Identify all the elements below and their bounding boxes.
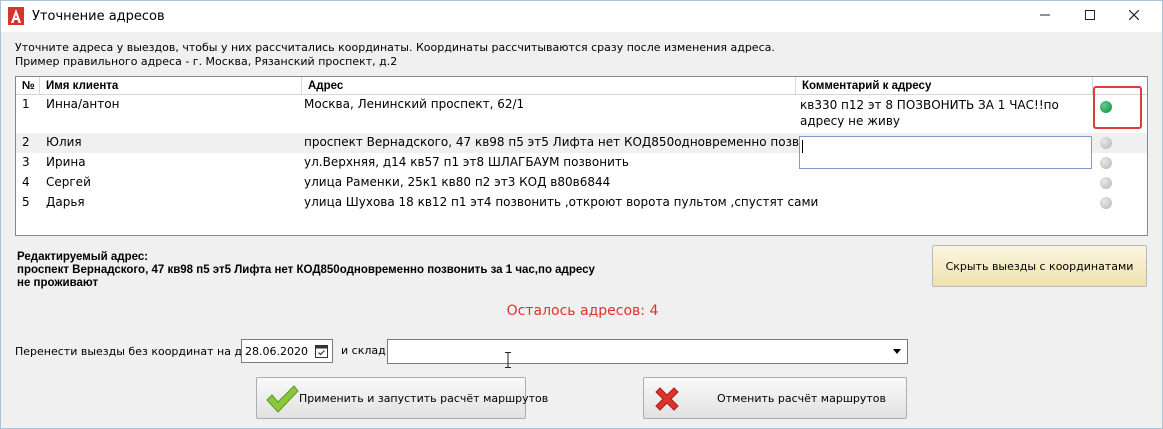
edited-address-line2: не проживают	[17, 277, 99, 289]
text-caret	[802, 140, 803, 153]
status-indicator-gray-icon	[1100, 197, 1112, 209]
title-bar: Уточнение адресов	[1, 1, 1162, 32]
text-cursor-icon	[505, 352, 511, 368]
address-cell[interactable]: ул.Верхняя, д14 кв57 п1 эт8 ШЛАГБАУМ поз…	[298, 153, 629, 169]
table-row[interactable]: 1 Инна/антон Москва, Ленинский проспект,…	[16, 95, 1147, 133]
row-number: 3	[22, 155, 30, 169]
client-name[interactable]: Ирина	[40, 153, 86, 169]
client-name[interactable]: Сергей	[40, 173, 91, 189]
edited-address-line1: проспект Вернадского, 47 кв98 п5 эт5 Лиф…	[17, 264, 595, 276]
address-refinement-window: Уточнение адресов Уточните адреса у выез…	[0, 0, 1163, 429]
address-cell[interactable]: улица Шухова 18 кв12 п1 эт4 позвонить ,о…	[298, 193, 818, 209]
close-button[interactable]	[1111, 1, 1157, 29]
client-name[interactable]: Юлия	[40, 133, 82, 149]
status-indicator-gray-icon	[1100, 157, 1112, 169]
checkmark-icon	[266, 385, 299, 413]
cancel-calculation-button[interactable]: Отменить расчёт маршрутов	[643, 377, 907, 419]
row-number: 2	[22, 135, 30, 149]
column-header-comment[interactable]: Комментарий к адресу	[796, 77, 1093, 95]
status-indicator-gray-icon	[1100, 177, 1112, 189]
cancel-button-label: Отменить расчёт маршрутов	[717, 392, 887, 405]
remaining-addresses-counter: Осталось адресов: 4	[506, 303, 659, 319]
maximize-icon	[1085, 10, 1095, 20]
client-name[interactable]: Дарья	[40, 193, 85, 209]
address-cell[interactable]: проспект Вернадского, 47 кв98 п5 эт5 Лиф…	[298, 133, 836, 149]
apply-button-label: Применить и запустить расчёт маршрутов	[299, 392, 549, 405]
address-cell[interactable]: улица Раменки, 25к1 кв80 п2 эт3 КОД в80в…	[298, 173, 610, 189]
address-grid[interactable]: № Имя клиента Адрес Комментарий к адресу…	[15, 76, 1148, 236]
grid-header: № Имя клиента Адрес Комментарий к адресу	[16, 77, 1147, 95]
warehouse-label: и склад	[341, 344, 386, 357]
cross-icon	[655, 387, 679, 411]
comment-edit-field[interactable]	[799, 136, 1092, 169]
row-number: 1	[22, 97, 30, 111]
transfer-date-label: Перенести выезды без координат на дату	[15, 345, 262, 358]
column-header-number[interactable]: №	[16, 77, 40, 95]
calendar-icon[interactable]	[315, 344, 328, 358]
row-number: 5	[22, 195, 30, 209]
address-cell[interactable]: Москва, Ленинский проспект, 62/1	[298, 95, 524, 111]
minimize-button[interactable]	[1022, 1, 1068, 29]
app-logo-icon	[8, 7, 24, 25]
transfer-date-picker[interactable]: 28.06.2020	[241, 339, 333, 363]
status-indicator-gray-icon	[1100, 137, 1112, 149]
table-row[interactable]: 5 Дарья улица Шухова 18 кв12 п1 эт4 позв…	[16, 193, 1147, 213]
client-name[interactable]: Инна/антон	[40, 95, 119, 111]
window-title: Уточнение адресов	[32, 9, 165, 24]
minimize-icon	[1040, 14, 1050, 16]
instruction-text: Уточните адреса у выездов, чтобы у них р…	[15, 41, 775, 54]
column-header-client[interactable]: Имя клиента	[40, 77, 302, 95]
close-icon	[1129, 10, 1139, 20]
hide-with-coords-button[interactable]: Скрыть выезды с координатами	[932, 245, 1147, 287]
edited-address-label: Редактируемый адрес:	[17, 251, 149, 263]
column-header-address[interactable]: Адрес	[302, 77, 796, 95]
transfer-date-value: 28.06.2020	[245, 345, 308, 358]
example-address-text: Пример правильного адреса - г. Москва, Р…	[15, 55, 398, 68]
table-row[interactable]: 4 Сергей улица Раменки, 25к1 кв80 п2 эт3…	[16, 173, 1147, 193]
comment-cell[interactable]: кв330 п12 эт 8 ПОЗВОНИТЬ ЗА 1 ЧАС!!по ад…	[797, 95, 1089, 129]
maximize-button[interactable]	[1067, 1, 1113, 29]
row-number: 4	[22, 175, 30, 189]
dropdown-arrow-icon[interactable]	[893, 349, 901, 354]
highlight-frame	[1093, 86, 1142, 129]
warehouse-select[interactable]	[387, 339, 908, 364]
apply-and-calculate-button[interactable]: Применить и запустить расчёт маршрутов	[256, 377, 548, 419]
